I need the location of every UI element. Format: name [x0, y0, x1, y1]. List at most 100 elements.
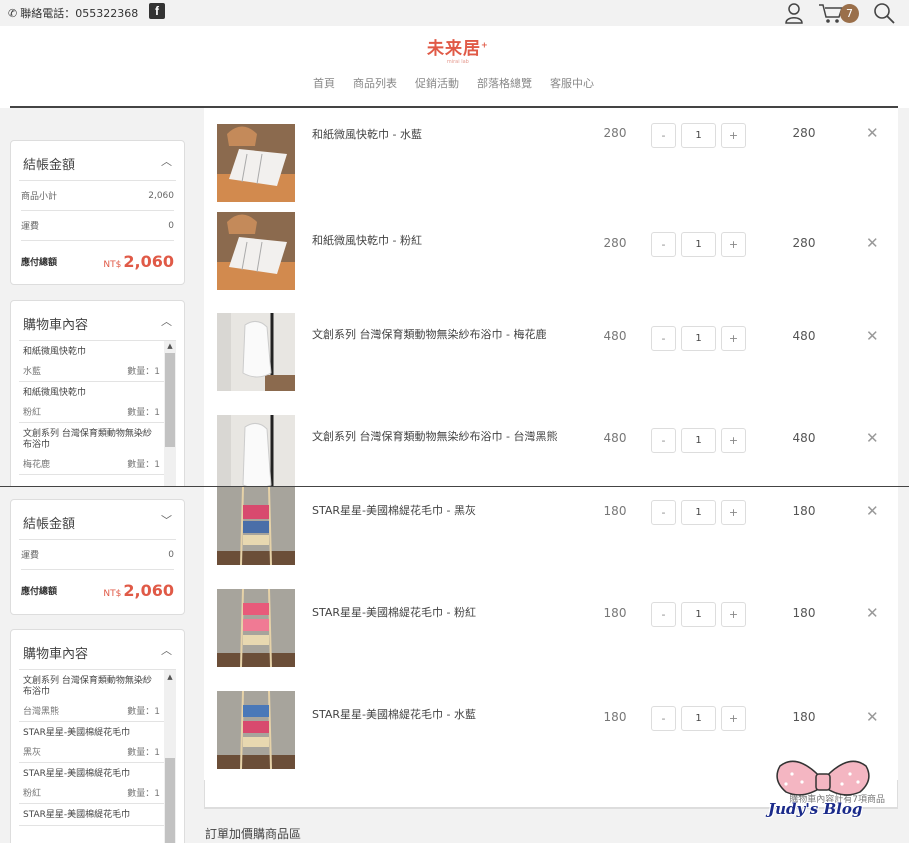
expand-chevron-icon[interactable]: ﹀: [161, 512, 172, 528]
qty-plus-button[interactable]: +: [721, 232, 746, 257]
product-image[interactable]: [217, 313, 295, 391]
qty-minus-button[interactable]: -: [651, 428, 676, 453]
list-item: 和紙微風快乾巾 水藍 數量：1: [19, 341, 176, 382]
cart-items-table: 和紙微風快乾巾 - 水藍 280 - 1 + 280 ✕ 和紙微風快乾巾 - 粉…: [204, 108, 898, 486]
qty-minus-button[interactable]: -: [651, 500, 676, 525]
remove-item-icon[interactable]: ✕: [866, 604, 879, 622]
nav-home[interactable]: 首頁: [313, 75, 335, 91]
qty-input[interactable]: 1: [681, 232, 716, 257]
line-subtotal: 180: [792, 504, 816, 518]
remove-item-icon[interactable]: ✕: [866, 708, 879, 726]
shipping-label: 運費: [21, 551, 40, 561]
qty-plus-button[interactable]: +: [721, 706, 746, 731]
shipping-row: 運費 0: [21, 211, 174, 241]
qty-plus-button[interactable]: +: [721, 326, 746, 351]
nav-products[interactable]: 商品列表: [353, 75, 397, 91]
qty-plus-button[interactable]: +: [721, 123, 746, 148]
brand-name: 未来居: [427, 39, 481, 59]
item-qty: 數量：1: [127, 789, 160, 799]
qty-plus-button[interactable]: +: [721, 428, 746, 453]
product-image[interactable]: [217, 212, 295, 290]
product-image[interactable]: [217, 487, 295, 565]
collapse-chevron-icon[interactable]: ︿: [161, 153, 172, 169]
list-item: 和紙微風快乾巾 粉紅 數量：1: [19, 382, 176, 423]
quantity-stepper: - 1 +: [651, 500, 746, 525]
item-variant: 台灣黑熊: [23, 707, 60, 717]
item-variant: 黑灰: [23, 748, 42, 758]
product-name[interactable]: STAR星星-美國棉緹花毛巾 - 黑灰: [312, 502, 476, 518]
remove-item-icon[interactable]: ✕: [866, 502, 879, 520]
qty-input[interactable]: 1: [681, 706, 716, 731]
qty-plus-button[interactable]: +: [721, 602, 746, 627]
item-qty: 數量：1: [127, 460, 160, 470]
product-name[interactable]: STAR星星-美國棉緹花毛巾 - 水藍: [312, 706, 476, 722]
unit-price: 180: [603, 504, 627, 518]
cart-view-top: 和紙微風快乾巾 - 水藍 280 - 1 + 280 ✕ 和紙微風快乾巾 - 粉…: [0, 108, 909, 486]
scroll-thumb[interactable]: [165, 353, 175, 447]
item-variant: 粉紅: [23, 789, 42, 799]
qty-input[interactable]: 1: [681, 326, 716, 351]
qty-input[interactable]: 1: [681, 428, 716, 453]
user-icon[interactable]: [784, 2, 804, 24]
collapse-chevron-icon[interactable]: ︿: [161, 642, 172, 658]
unit-price: 180: [603, 710, 627, 724]
top-bar: ✆ 聯絡電話：055322368 f 7: [0, 0, 909, 26]
remove-item-icon[interactable]: ✕: [866, 429, 879, 447]
nav-support[interactable]: 客服中心: [550, 75, 594, 91]
product-image[interactable]: [217, 589, 295, 667]
nav-blog[interactable]: 部落格總覽: [477, 75, 532, 91]
unit-price: 280: [603, 126, 627, 140]
qty-minus-button[interactable]: -: [651, 602, 676, 627]
product-name[interactable]: 和紙微風快乾巾 - 水藍: [312, 126, 422, 142]
shipping-label: 運費: [21, 222, 40, 232]
scroll-thumb[interactable]: [165, 758, 175, 843]
cart-row: STAR星星-美國棉緹花毛巾 - 粉紅 180 - 1 + 180 ✕: [204, 589, 898, 691]
checkout-summary: 結帳金額 ︿ 商品小計 2,060 運費 0 應付總額 NT$ 2,060: [10, 140, 185, 285]
site-header: 未来居+ mirai lab 首頁 商品列表 促銷活動 部落格總覽 客服中心: [0, 26, 909, 108]
item-variant: 水藍: [23, 367, 42, 377]
qty-plus-button[interactable]: +: [721, 500, 746, 525]
total-amount: NT$ 2,060: [103, 581, 174, 600]
product-name[interactable]: 和紙微風快乾巾 - 粉紅: [312, 232, 422, 248]
product-image[interactable]: [217, 691, 295, 769]
remove-item-icon[interactable]: ✕: [866, 124, 879, 142]
qty-minus-button[interactable]: -: [651, 232, 676, 257]
subtotal-label: 商品小計: [21, 192, 58, 202]
qty-minus-button[interactable]: -: [651, 123, 676, 148]
scroll-up-icon[interactable]: ▲: [164, 672, 176, 682]
cart-button[interactable]: 7: [818, 2, 859, 24]
qty-input[interactable]: 1: [681, 602, 716, 627]
product-image[interactable]: [217, 124, 295, 202]
product-image[interactable]: [217, 415, 295, 486]
item-name: 和紙微風快乾巾: [23, 388, 87, 398]
qty-minus-button[interactable]: -: [651, 326, 676, 351]
brand-logo[interactable]: 未来居+ mirai lab: [427, 34, 489, 65]
nav-promotions[interactable]: 促銷活動: [415, 75, 459, 91]
total-row: 應付總額 NT$ 2,060: [21, 570, 174, 610]
qty-input[interactable]: 1: [681, 123, 716, 148]
product-name[interactable]: 文創系列 台灣保育類動物無染紗布浴巾 - 梅花鹿: [312, 326, 546, 342]
product-name[interactable]: STAR星星-美國棉緹花毛巾 - 粉紅: [312, 604, 476, 620]
item-name: STAR星星-美國棉緹花毛巾: [23, 769, 131, 779]
scrollbar[interactable]: ▲: [164, 341, 176, 486]
scrollbar[interactable]: ▲: [164, 670, 176, 843]
remove-item-icon[interactable]: ✕: [866, 234, 879, 252]
quantity-stepper: - 1 +: [651, 706, 746, 731]
collapse-chevron-icon[interactable]: ︿: [161, 313, 172, 329]
product-name[interactable]: 文創系列 台灣保育類動物無染紗布浴巾 - 台灣黑熊: [312, 428, 557, 444]
line-subtotal: 180: [792, 710, 816, 724]
qty-input[interactable]: 1: [681, 500, 716, 525]
line-subtotal: 280: [792, 126, 816, 140]
scroll-up-icon[interactable]: ▲: [164, 341, 176, 351]
item-qty: 數量：1: [127, 408, 160, 418]
cart-row: 文創系列 台灣保育類動物無染紗布浴巾 - 梅花鹿 480 - 1 + 480 ✕: [204, 294, 898, 396]
search-icon[interactable]: [873, 2, 895, 24]
facebook-icon[interactable]: f: [149, 3, 165, 19]
total-label: 應付總額: [21, 586, 58, 597]
qty-minus-button[interactable]: -: [651, 706, 676, 731]
cart-row: 文創系列 台灣保育類動物無染紗布浴巾 - 台灣黑熊 480 - 1 + 480 …: [204, 396, 898, 486]
cart-row: 和紙微風快乾巾 - 粉紅 280 - 1 + 280 ✕: [204, 192, 898, 294]
cart-contents-title: 購物車內容: [19, 630, 176, 670]
remove-item-icon[interactable]: ✕: [866, 327, 879, 345]
total-amount: NT$ 2,060: [103, 252, 174, 271]
